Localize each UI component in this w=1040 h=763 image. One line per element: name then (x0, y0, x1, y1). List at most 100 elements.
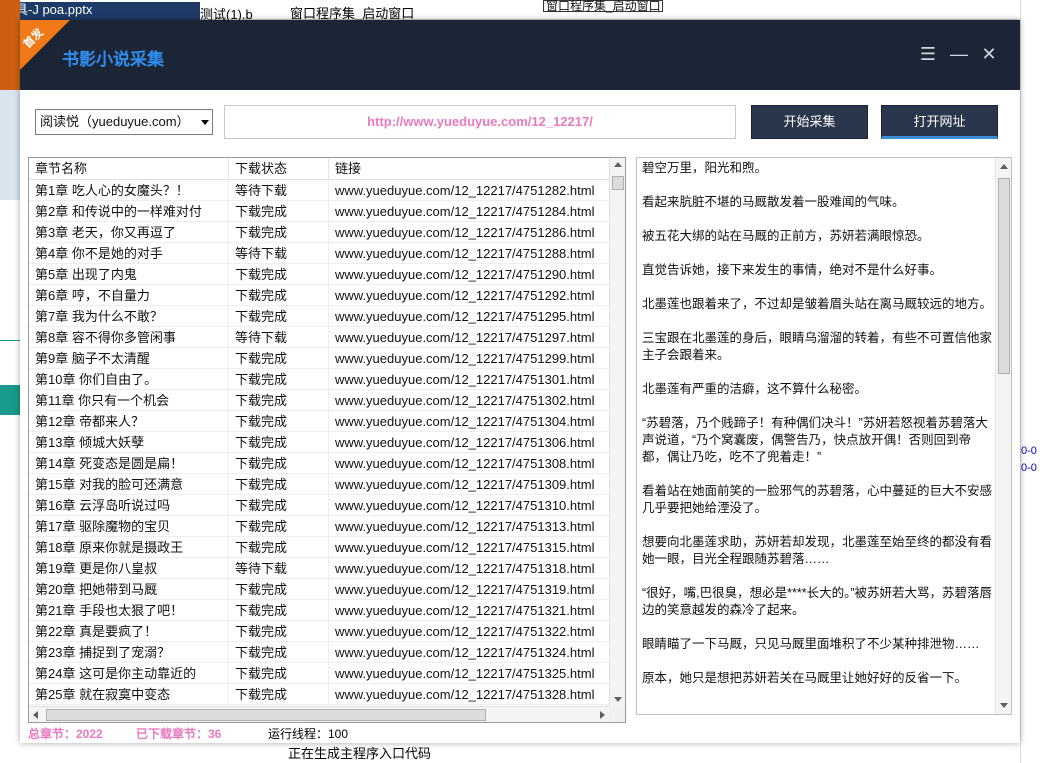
table-row[interactable]: 第19章 更是你八皇叔 等待下载 www.yueduyue.com/12_12217… (29, 558, 609, 579)
chapter-name-cell: 第10章 你们自由了。 (29, 369, 229, 390)
column-header-chapter[interactable]: 章节名称 (29, 158, 229, 180)
chapter-name-cell: 第6章 哼，不自量力 (29, 285, 229, 306)
link-cell: www.yueduyue.com/12_12217/4751284.html (335, 204, 595, 219)
preview-paragraph: 看起来肮脏不堪的马厩散发着一股难闻的气味。 (642, 195, 905, 209)
table-vertical-scrollbar[interactable] (609, 158, 625, 706)
scroll-up-icon[interactable] (614, 162, 622, 167)
menu-icon[interactable]: ☰ (916, 42, 940, 66)
table-row[interactable]: 第4章 你不是她的对手 等待下载 www.yueduyue.com/12_12217… (29, 243, 609, 264)
chapter-name-cell: 第11章 你只有一个机会 (29, 390, 229, 411)
link-cell: www.yueduyue.com/12_12217/4751322.html (335, 624, 595, 639)
preview-paragraph: 碧空万里，阳光和煦。 (642, 161, 768, 175)
link-cell: www.yueduyue.com/12_12217/4751301.html (335, 372, 595, 387)
close-icon[interactable]: ✕ (977, 42, 1001, 66)
table-row[interactable]: 第13章 倾城大妖孽 下载完成 www.yueduyue.com/12_12217/… (29, 432, 609, 453)
chevron-down-icon[interactable] (201, 120, 209, 125)
chapter-name-cell: 第12章 帝都来人？ (29, 411, 229, 432)
minimize-icon[interactable]: — (947, 42, 971, 66)
table-header: 章节名称 下载状态 链接 (29, 158, 609, 180)
download-status-cell: 等待下载 (229, 180, 329, 201)
background-left-strip (0, 0, 20, 763)
table-row[interactable]: 第6章 哼，不自量力 下载完成 www.yueduyue.com/12_12217/… (29, 285, 609, 306)
preview-paragraph: 被五花大绑的站在马厩的正前方，苏妍若满眼惊恐。 (642, 229, 930, 243)
table-row[interactable]: 第20章 把她带到马厩 下载完成 www.yueduyue.com/12_12217… (29, 579, 609, 600)
scroll-down-icon[interactable] (614, 697, 622, 702)
chapter-preview[interactable]: 碧空万里，阳光和煦。看起来肮脏不堪的马厩散发着一股难闻的气味。被五花大绑的站在马… (636, 157, 1012, 715)
download-status-cell: 下载完成 (229, 537, 329, 558)
download-status-cell: 等待下载 (229, 243, 329, 264)
preview-paragraph: 直觉告诉她，接下来发生的事情，绝对不是什么好事。 (642, 263, 943, 277)
scroll-down-icon[interactable] (1000, 703, 1008, 708)
preview-paragraph: “很好，嘴,巴很臭，想必是****长大的。”被苏妍若大骂，苏碧落唇边的笑意越发的… (642, 586, 993, 617)
download-status-cell: 下载完成 (229, 516, 329, 537)
scroll-right-icon[interactable] (600, 711, 605, 719)
table-row[interactable]: 第25章 就在寂寞中变态 下载完成 www.yueduyue.com/12_1221… (29, 684, 609, 705)
column-header-link[interactable]: 链接 (329, 158, 609, 180)
table-row[interactable]: 第15章 对我的脸可还满意 下载完成 www.yueduyue.com/12_122… (29, 474, 609, 495)
chapter-table[interactable]: 章节名称 下载状态 链接 第1章 吃人心的女魔头？！ 等待下载 www.yueduy… (28, 157, 626, 723)
table-row[interactable]: 第2章 和传说中的一样难对付 下载完成 www.yueduyue.com/12_12… (29, 201, 609, 222)
preview-text: 碧空万里，阳光和煦。看起来肮脏不堪的马厩散发着一股难闻的气味。被五花大绑的站在马… (642, 160, 994, 704)
background-status-text: 正在生成主程序入口代码 (288, 746, 432, 761)
table-row[interactable]: 第16章 云浮岛听说过吗 下载完成 www.yueduyue.com/12_1221… (29, 495, 609, 516)
app-title: 书影小说采集 (62, 50, 164, 69)
table-row[interactable]: 第22章 真是要疯了！ 下载完成 www.yueduyue.com/12_12217… (29, 621, 609, 642)
table-row[interactable]: 第23章 捕捉到了宠溺？ 下载完成 www.yueduyue.com/12_1221… (29, 642, 609, 663)
link-cell: www.yueduyue.com/12_12217/4751319.html (335, 582, 595, 597)
table-row[interactable]: 第14章 死变态是圆是扁！ 下载完成 www.yueduyue.com/12_122… (29, 453, 609, 474)
download-status-cell: 下载完成 (229, 306, 329, 327)
preview-paragraph: 看着站在她面前笑的一脸邪气的苏碧落，心中蔓延的巨大不安感几乎要把她给湮没了。 (642, 484, 993, 515)
link-cell: www.yueduyue.com/12_12217/4751324.html (335, 645, 595, 660)
preview-paragraph: “苏碧落，乃个贱蹄子！有种偶们决斗！”苏妍若怒视着苏碧落大声说道，“乃个窝囊废，… (642, 416, 988, 464)
title-bar[interactable]: 首发 书影小说采集 ☰ — ✕ (20, 20, 1020, 90)
link-cell: www.yueduyue.com/12_12217/4751328.html (335, 687, 595, 702)
download-status-cell: 下载完成 (229, 579, 329, 600)
link-cell: www.yueduyue.com/12_12217/4751306.html (335, 435, 595, 450)
download-status-cell: 下载完成 (229, 369, 329, 390)
downloaded-chapters: 已下载章节：36 (136, 727, 222, 741)
download-status-cell: 下载完成 (229, 495, 329, 516)
link-cell: www.yueduyue.com/12_12217/4751313.html (335, 519, 595, 534)
url-input[interactable]: http://www.yueduyue.com/12_12217/ (224, 105, 736, 139)
table-row[interactable]: 第8章 容不得你多管闲事 等待下载 www.yueduyue.com/12_1221… (29, 327, 609, 348)
scroll-thumb[interactable] (998, 178, 1010, 374)
scroll-up-icon[interactable] (1000, 164, 1008, 169)
link-cell: www.yueduyue.com/12_12217/4751308.html (335, 456, 595, 471)
scroll-thumb[interactable] (46, 709, 486, 721)
table-row[interactable]: 第10章 你们自由了。 下载完成 www.yueduyue.com/12_12217… (29, 369, 609, 390)
table-row[interactable]: 第12章 帝都来人？ 下载完成 www.yueduyue.com/12_12217/… (29, 411, 609, 432)
background-window-title: 工具-J poa.pptx (0, 2, 200, 20)
table-row[interactable]: 第5章 出现了内鬼 下载完成 www.yueduyue.com/12_12217/4… (29, 264, 609, 285)
preview-scrollbar[interactable] (995, 158, 1011, 714)
preview-paragraph: 原本，她只是想把苏妍若关在马厩里让她好好的反省一下。 (642, 671, 968, 685)
start-collect-button[interactable]: 开始采集 (751, 105, 868, 139)
source-select[interactable]: 阅读悦（yueduyue.com） (35, 109, 213, 135)
table-row[interactable]: 第18章 原来你就是摄政王 下载完成 www.yueduyue.com/12_122… (29, 537, 609, 558)
link-cell: www.yueduyue.com/12_12217/4751282.html (335, 183, 595, 198)
column-header-status[interactable]: 下载状态 (229, 158, 329, 180)
total-chapters: 总章节：2022 (28, 727, 103, 741)
table-row[interactable]: 第24章 这可是你主动靠近的 下载完成 www.yueduyue.com/12_12… (29, 663, 609, 684)
link-cell: www.yueduyue.com/12_12217/4751325.html (335, 666, 595, 681)
scroll-left-icon[interactable] (33, 711, 38, 719)
download-status-cell: 下载完成 (229, 285, 329, 306)
chapter-name-cell: 第16章 云浮岛听说过吗 (29, 495, 229, 516)
download-status-cell: 下载完成 (229, 390, 329, 411)
table-row[interactable]: 第9章 脑子不太清醒 下载完成 www.yueduyue.com/12_12217/… (29, 348, 609, 369)
table-row[interactable]: 第7章 我为什么不敢？ 下载完成 www.yueduyue.com/12_12217… (29, 306, 609, 327)
table-row[interactable]: 第3章 老天，你又再逗了 下载完成 www.yueduyue.com/12_1221… (29, 222, 609, 243)
download-status-cell: 下载完成 (229, 642, 329, 663)
link-cell: www.yueduyue.com/12_12217/4751297.html (335, 330, 595, 345)
chapter-name-cell: 第3章 老天，你又再逗了 (29, 222, 229, 243)
link-cell: www.yueduyue.com/12_12217/4751299.html (335, 351, 595, 366)
download-status-cell: 下载完成 (229, 264, 329, 285)
table-row[interactable]: 第21章 手段也太狠了吧！ 下载完成 www.yueduyue.com/12_122… (29, 600, 609, 621)
table-horizontal-scrollbar[interactable] (29, 706, 609, 722)
scroll-thumb[interactable] (612, 176, 624, 190)
table-row[interactable]: 第17章 驱除魔物的宝贝 下载完成 www.yueduyue.com/12_1221… (29, 516, 609, 537)
link-cell: www.yueduyue.com/12_12217/4751318.html (335, 561, 595, 576)
table-row[interactable]: 第11章 你只有一个机会 下载完成 www.yueduyue.com/12_1221… (29, 390, 609, 411)
open-url-button[interactable]: 打开网址 (881, 105, 998, 139)
running-threads: 运行线程：100 (268, 727, 349, 741)
table-row[interactable]: 第1章 吃人心的女魔头？！ 等待下载 www.yueduyue.com/12_122… (29, 180, 609, 201)
